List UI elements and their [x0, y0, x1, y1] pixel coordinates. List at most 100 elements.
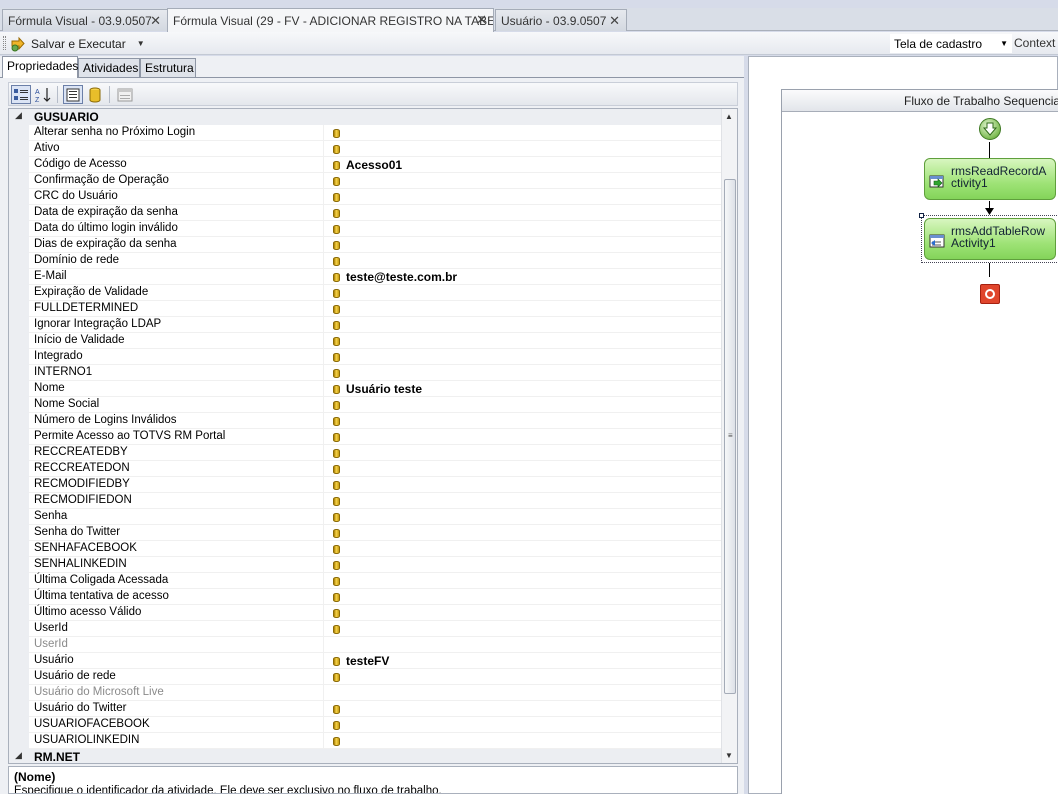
property-value[interactable]: Usuário teste — [346, 382, 422, 396]
properties-view-button[interactable] — [63, 85, 83, 104]
property-row[interactable]: Última tentativa de acesso — [9, 589, 721, 605]
bind-database-icon[interactable] — [333, 721, 340, 730]
category-row[interactable]: ◢ GUSUARIO — [9, 109, 721, 125]
property-value[interactable]: teste@teste.com.br — [346, 270, 457, 284]
context-button[interactable]: Context — [1014, 36, 1055, 50]
bind-database-icon[interactable] — [333, 545, 340, 554]
property-row[interactable]: Permite Acesso ao TOTVS RM Portal — [9, 429, 721, 445]
category-row[interactable]: ◢ RM.NET — [9, 749, 721, 763]
doc-tab-usuario[interactable]: Usuário - 03.9.0507 ✕ — [495, 9, 627, 31]
property-row[interactable]: Nome Usuário teste — [9, 381, 721, 397]
bind-database-icon[interactable] — [333, 257, 340, 266]
property-row[interactable]: USUARIOLINKEDIN — [9, 733, 721, 749]
bind-database-icon[interactable] — [333, 417, 340, 426]
bindable-filter-button[interactable] — [85, 85, 105, 104]
property-row[interactable]: Confirmação de Operação — [9, 173, 721, 189]
collapse-icon[interactable]: ◢ — [15, 750, 22, 761]
tab-propriedades[interactable]: Propriedades — [2, 56, 78, 78]
property-row[interactable]: Usuário do Microsoft Live — [9, 685, 721, 701]
bind-database-icon[interactable] — [333, 273, 340, 282]
property-row[interactable]: CRC do Usuário — [9, 189, 721, 205]
property-row[interactable]: Domínio de rede — [9, 253, 721, 269]
bind-database-icon[interactable] — [333, 385, 340, 394]
doc-tab-formula-visual-list[interactable]: Fórmula Visual - 03.9.0507 ✕ — [2, 9, 168, 31]
close-icon[interactable]: ✕ — [609, 13, 620, 29]
alphabetical-button[interactable]: AZ — [33, 85, 53, 104]
property-row[interactable]: RECCREATEDON — [9, 461, 721, 477]
activity-read-record[interactable]: rmsReadRecordActivity1 — [924, 158, 1056, 200]
property-row[interactable]: UserId — [9, 621, 721, 637]
property-row[interactable]: Senha — [9, 509, 721, 525]
save-and-execute-button[interactable]: Salvar e Executar ▼ — [10, 34, 145, 53]
property-row[interactable]: Usuário do Twitter — [9, 701, 721, 717]
property-pages-button[interactable] — [115, 85, 135, 104]
scroll-up-icon[interactable]: ▲ — [725, 112, 733, 121]
tab-atividades[interactable]: Atividades — [78, 58, 140, 77]
bind-database-icon[interactable] — [333, 145, 340, 154]
scroll-down-icon[interactable]: ▼ — [725, 751, 733, 760]
bind-database-icon[interactable] — [333, 513, 340, 522]
bind-database-icon[interactable] — [333, 657, 340, 666]
property-row[interactable]: RECMODIFIEDON — [9, 493, 721, 509]
close-icon[interactable]: ✕ — [476, 12, 487, 28]
property-row[interactable]: SENHALINKEDIN — [9, 557, 721, 573]
doc-tab-formula-visual-29[interactable]: Fórmula Visual (29 - FV - ADICIONAR REGI… — [167, 8, 494, 32]
bind-database-icon[interactable] — [333, 497, 340, 506]
bind-database-icon[interactable] — [333, 321, 340, 330]
tab-estrutura[interactable]: Estrutura — [140, 58, 196, 77]
property-row[interactable]: USUARIOFACEBOOK — [9, 717, 721, 733]
property-row[interactable]: UserId — [9, 637, 721, 653]
property-row[interactable]: Última Coligada Acessada — [9, 573, 721, 589]
property-row[interactable]: Número de Logins Inválidos — [9, 413, 721, 429]
property-row[interactable]: Início de Validade — [9, 333, 721, 349]
property-value[interactable]: testeFV — [346, 654, 389, 668]
property-row[interactable]: RECCREATEDBY — [9, 445, 721, 461]
property-row[interactable]: Ativo — [9, 141, 721, 157]
bind-database-icon[interactable] — [333, 705, 340, 714]
bind-database-icon[interactable] — [333, 529, 340, 538]
bind-database-icon[interactable] — [333, 177, 340, 186]
bind-database-icon[interactable] — [333, 337, 340, 346]
property-row[interactable]: Ignorar Integração LDAP — [9, 317, 721, 333]
bind-database-icon[interactable] — [333, 609, 340, 618]
bind-database-icon[interactable] — [333, 465, 340, 474]
property-row[interactable]: Usuário testeFV — [9, 653, 721, 669]
bind-database-icon[interactable] — [333, 481, 340, 490]
property-row[interactable]: SENHAFACEBOOK — [9, 541, 721, 557]
bind-database-icon[interactable] — [333, 577, 340, 586]
bind-database-icon[interactable] — [333, 305, 340, 314]
property-row[interactable]: Senha do Twitter — [9, 525, 721, 541]
property-row[interactable]: Expiração de Validade — [9, 285, 721, 301]
property-row[interactable]: FULLDETERMINED — [9, 301, 721, 317]
bind-database-icon[interactable] — [333, 161, 340, 170]
property-row[interactable]: Nome Social — [9, 397, 721, 413]
bind-database-icon[interactable] — [333, 561, 340, 570]
activity-add-table-row[interactable]: rmsAddTableRowActivity1 — [924, 218, 1056, 260]
bind-database-icon[interactable] — [333, 449, 340, 458]
bind-database-icon[interactable] — [333, 241, 340, 250]
property-row[interactable]: Código de Acesso Acesso01 — [9, 157, 721, 173]
property-row[interactable]: Dias de expiração da senha — [9, 237, 721, 253]
property-grid-scrollbar[interactable]: ▲ ≡ ▼ — [721, 109, 737, 763]
bind-database-icon[interactable] — [333, 673, 340, 682]
bind-database-icon[interactable] — [333, 225, 340, 234]
property-row[interactable]: E-Mail teste@teste.com.br — [9, 269, 721, 285]
chevron-down-icon[interactable]: ▼ — [137, 39, 145, 48]
categorized-button[interactable] — [11, 85, 31, 104]
collapse-icon[interactable]: ◢ — [15, 110, 22, 121]
bind-database-icon[interactable] — [333, 433, 340, 442]
scrollbar-thumb[interactable]: ≡ — [724, 179, 736, 694]
bind-database-icon[interactable] — [333, 289, 340, 298]
property-row[interactable]: Alterar senha no Próximo Login — [9, 125, 721, 141]
bind-database-icon[interactable] — [333, 209, 340, 218]
property-row[interactable]: Último acesso Válido — [9, 605, 721, 621]
bind-database-icon[interactable] — [333, 737, 340, 746]
property-row[interactable]: Data de expiração da senha — [9, 205, 721, 221]
bind-database-icon[interactable] — [333, 593, 340, 602]
bind-database-icon[interactable] — [333, 369, 340, 378]
screen-type-select[interactable]: Tela de cadastro ▼ — [890, 34, 1012, 53]
bind-database-icon[interactable] — [333, 129, 340, 138]
bind-database-icon[interactable] — [333, 193, 340, 202]
property-row[interactable]: Data do último login inválido — [9, 221, 721, 237]
selection-handle[interactable] — [919, 213, 924, 218]
